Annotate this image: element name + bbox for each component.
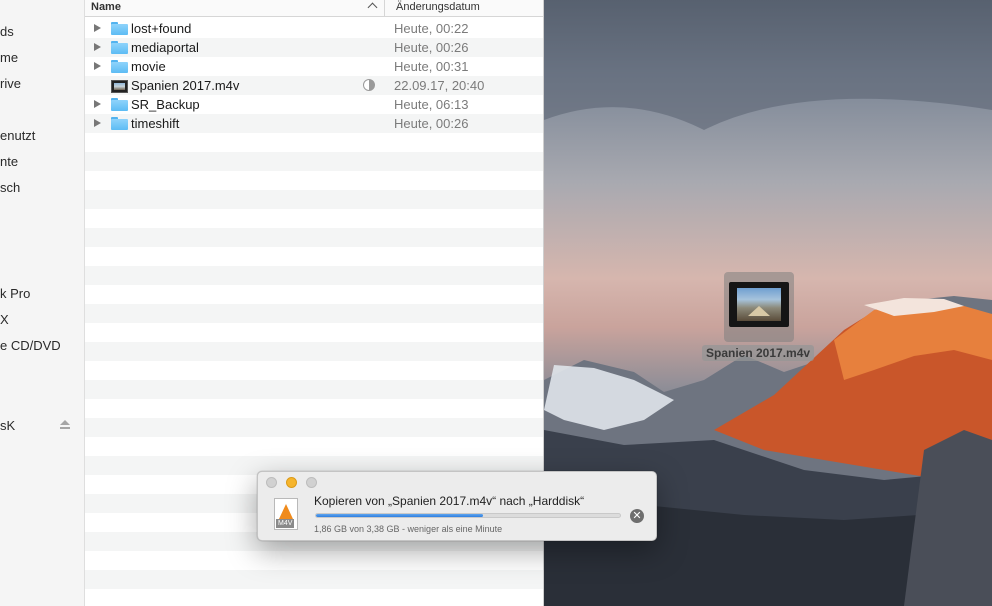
half-circle-progress-icon xyxy=(363,79,375,91)
video-thumbnail-icon xyxy=(111,80,128,93)
folder-icon xyxy=(111,117,128,130)
disclosure-triangle-icon[interactable] xyxy=(94,119,101,127)
copy-status: 1,86 GB von 3,38 GB - weniger als eine M… xyxy=(314,524,503,534)
vlc-cone-icon xyxy=(279,504,293,519)
video-thumbnail-image xyxy=(737,288,781,321)
sidebar-item-recents[interactable]: enutzt xyxy=(0,128,35,143)
desktop-file-label[interactable]: Spanien 2017.m4v xyxy=(702,345,815,361)
sidebar-item-remote-disc[interactable]: e CD/DVD xyxy=(0,338,61,353)
sidebar-item-network-disk[interactable]: sK xyxy=(0,418,15,433)
copy-progress-bar xyxy=(315,513,621,518)
finder-sidebar: ds me rive enutzt nte sch k Pro X e CD/D… xyxy=(0,0,85,606)
file-row-timeshift[interactable]: timeshift Heute, 00:26 xyxy=(85,114,543,133)
file-date: Heute, 06:13 xyxy=(394,97,469,112)
file-name: timeshift xyxy=(131,116,180,131)
m4v-document-icon: M4V xyxy=(274,498,298,530)
stop-copy-icon[interactable]: ✕ xyxy=(630,509,644,523)
disclosure-triangle-icon[interactable] xyxy=(94,24,101,32)
copy-progress-dialog: M4V Kopieren von „Spanien 2017.m4v“ nach… xyxy=(257,471,657,541)
window-close-button[interactable] xyxy=(266,477,277,488)
video-thumbnail-frame xyxy=(729,282,789,327)
window-zoom-button[interactable] xyxy=(306,477,317,488)
desktop-video-file-icon[interactable] xyxy=(724,272,794,342)
sidebar-item-documents[interactable]: nte xyxy=(0,154,18,169)
sidebar-item-device-x[interactable]: X xyxy=(0,312,9,327)
copy-title: Kopieren von „Spanien 2017.m4v“ nach „Ha… xyxy=(314,494,585,508)
copy-progress-fill xyxy=(316,514,484,517)
file-row-spanien-video[interactable]: Spanien 2017.m4v 22.09.17, 20:40 xyxy=(85,76,543,95)
file-date: Heute, 00:31 xyxy=(394,59,469,74)
disclosure-triangle-icon[interactable] xyxy=(94,62,101,70)
sidebar-item-home[interactable]: me xyxy=(0,50,18,65)
sidebar-item-downloads[interactable]: ds xyxy=(0,24,14,39)
sidebar-item-device-pro[interactable]: k Pro xyxy=(0,286,30,301)
file-name: lost+found xyxy=(131,21,192,36)
file-date: Heute, 00:26 xyxy=(394,116,469,131)
column-header: Name Änderungsdatum xyxy=(85,0,543,17)
boat-bow-shape xyxy=(748,306,770,316)
file-row-mediaportal[interactable]: mediaportal Heute, 00:26 xyxy=(85,38,543,57)
file-row-lost-found[interactable]: lost+found Heute, 00:22 xyxy=(85,19,543,38)
sort-ascending-icon[interactable] xyxy=(367,2,378,13)
file-name: SR_Backup xyxy=(131,97,200,112)
folder-icon xyxy=(111,41,128,54)
sidebar-item-icloud-drive[interactable]: rive xyxy=(0,76,21,91)
disclosure-triangle-icon[interactable] xyxy=(94,100,101,108)
file-name: Spanien 2017.m4v xyxy=(131,78,240,93)
column-header-date[interactable]: Änderungsdatum xyxy=(396,1,480,13)
file-name: mediaportal xyxy=(131,40,199,55)
file-date: Heute, 00:22 xyxy=(394,21,469,36)
file-extension-label: M4V xyxy=(276,519,295,528)
file-date: 22.09.17, 20:40 xyxy=(394,78,485,93)
column-divider[interactable] xyxy=(384,0,385,16)
file-row-sr-backup[interactable]: SR_Backup Heute, 06:13 xyxy=(85,95,543,114)
window-minimize-button[interactable] xyxy=(286,477,297,488)
file-name: movie xyxy=(131,59,166,74)
folder-icon xyxy=(111,22,128,35)
file-date: Heute, 00:26 xyxy=(394,40,469,55)
column-header-name[interactable]: Name xyxy=(91,1,121,13)
disclosure-triangle-icon[interactable] xyxy=(94,43,101,51)
folder-icon xyxy=(111,98,128,111)
folder-icon xyxy=(111,60,128,73)
sidebar-item-desktop[interactable]: sch xyxy=(0,180,20,195)
file-row-movie[interactable]: movie Heute, 00:31 xyxy=(85,57,543,76)
